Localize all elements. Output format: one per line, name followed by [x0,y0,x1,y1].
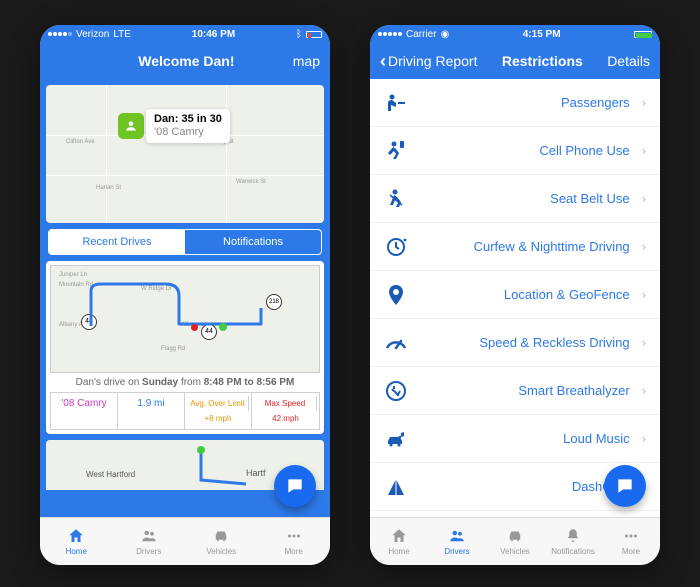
location-icon [384,283,408,307]
drive-summary: Dan's drive on Sunday from 8:48 PM to 8:… [50,373,320,392]
chat-fab[interactable] [274,465,316,507]
map-button[interactable]: map [293,53,320,69]
stat-max: Max Speed42 mph [252,393,319,429]
carrier: Carrier [406,29,437,40]
chat-icon [615,476,635,496]
more-icon [622,527,640,545]
stat-avg: Avg. Over Limit+8 mph [185,393,252,429]
drivers-icon [448,527,466,545]
page-title: Restrictions [502,53,583,69]
cellphone-icon [384,139,408,163]
speed-icon [384,331,408,355]
status-bar: Carrier ◉ 4:15 PM [370,25,660,43]
phone-restrictions: Carrier ◉ 4:15 PM ‹Driving Report Restri… [370,25,660,565]
status-time: 10:46 PM [192,29,235,40]
tab-drivers[interactable]: Drivers [113,518,186,565]
car-icon [506,527,524,545]
tab-recent-drives[interactable]: Recent Drives [49,230,185,254]
curfew-icon [384,235,408,259]
driver-pin-icon [118,113,144,139]
item-cellphone[interactable]: Cell Phone Use › [370,127,660,175]
status-time: 4:15 PM [523,29,561,40]
chevron-right-icon: › [642,431,646,446]
passengers-icon [384,91,408,115]
tab-home[interactable]: Home [40,518,113,565]
tab-more[interactable]: More [258,518,331,565]
pin-line1: Dan: 35 in 30 [154,113,222,126]
item-passengers[interactable]: Passengers › [370,79,660,127]
chat-fab[interactable] [604,465,646,507]
bell-icon [564,527,582,545]
pin-line2: '08 Camry [154,126,222,139]
phone-home: Verizon LTE 10:46 PM ᛒ Welcome Dan! map … [40,25,330,565]
back-button[interactable]: ‹Driving Report [380,51,477,72]
drive-card[interactable]: Juniper Ln Mountain Rd Albany Ave W Ridg… [46,261,324,434]
item-loudmusic[interactable]: Loud Music › [370,415,660,463]
network: LTE [113,29,131,40]
tab-drivers[interactable]: Drivers [428,518,486,565]
item-geofence[interactable]: Location & GeoFence › [370,271,660,319]
chevron-right-icon: › [642,143,646,158]
details-button[interactable]: Details [607,53,650,69]
drive-map: Juniper Ln Mountain Rd Albany Ave W Ridg… [50,265,320,373]
chevron-right-icon: › [642,239,646,254]
chevron-right-icon: › [642,191,646,206]
status-bar: Verizon LTE 10:46 PM ᛒ [40,25,330,43]
battery-icon [306,31,322,38]
dashcam-icon [384,475,408,499]
chevron-right-icon: › [642,383,646,398]
restrictions-list: Passengers › Cell Phone Use › Seat Belt … [370,79,660,517]
tab-bar: Home Drivers Vehicles More [40,517,330,565]
tab-notifications[interactable]: Notifications [185,230,321,254]
breathalyzer-icon [384,379,408,403]
chevron-right-icon: › [642,335,646,350]
nav-header: Welcome Dan! map [40,43,330,79]
item-speed[interactable]: Speed & Reckless Driving › [370,319,660,367]
car-icon [212,527,230,545]
driver-pin-bubble[interactable]: Dan: 35 in 30 '08 Camry [146,109,230,143]
chevron-right-icon: › [642,95,646,110]
segment-control: Recent Drives Notifications [48,229,322,255]
chevron-left-icon: ‹ [380,51,386,72]
item-curfew[interactable]: Curfew & Nighttime Driving › [370,223,660,271]
battery-icon [634,31,652,38]
location-map[interactable]: Clifton Ave Keeney St Warwick St Harlan … [46,85,324,223]
stat-car: '08 Camry [51,393,118,429]
home-icon [390,527,408,545]
more-icon [285,527,303,545]
seatbelt-icon [384,187,408,211]
chat-icon [285,476,305,496]
wifi-icon: ◉ [441,29,450,40]
item-seatbelt[interactable]: Seat Belt Use › [370,175,660,223]
carrier: Verizon [76,29,109,40]
drivers-icon [140,527,158,545]
tab-home[interactable]: Home [370,518,428,565]
music-icon [384,427,408,451]
chevron-right-icon: › [642,287,646,302]
nav-header: ‹Driving Report Restrictions Details [370,43,660,79]
tab-more[interactable]: More [602,518,660,565]
tab-notifications[interactable]: Notifications [544,518,602,565]
tab-vehicles[interactable]: Vehicles [486,518,544,565]
home-icon [67,527,85,545]
tab-vehicles[interactable]: Vehicles [185,518,258,565]
home-body: Clifton Ave Keeney St Warwick St Harlan … [40,79,330,517]
drive-stats: '08 Camry 1.9 mi Avg. Over Limit+8 mph M… [50,392,320,430]
item-breathalyzer[interactable]: Smart Breathalyzer › [370,367,660,415]
bluetooth-icon: ᛒ [296,29,302,40]
page-title: Welcome Dan! [138,53,234,69]
stat-distance: 1.9 mi [118,393,185,429]
tab-bar: Home Drivers Vehicles Notifications More [370,517,660,565]
